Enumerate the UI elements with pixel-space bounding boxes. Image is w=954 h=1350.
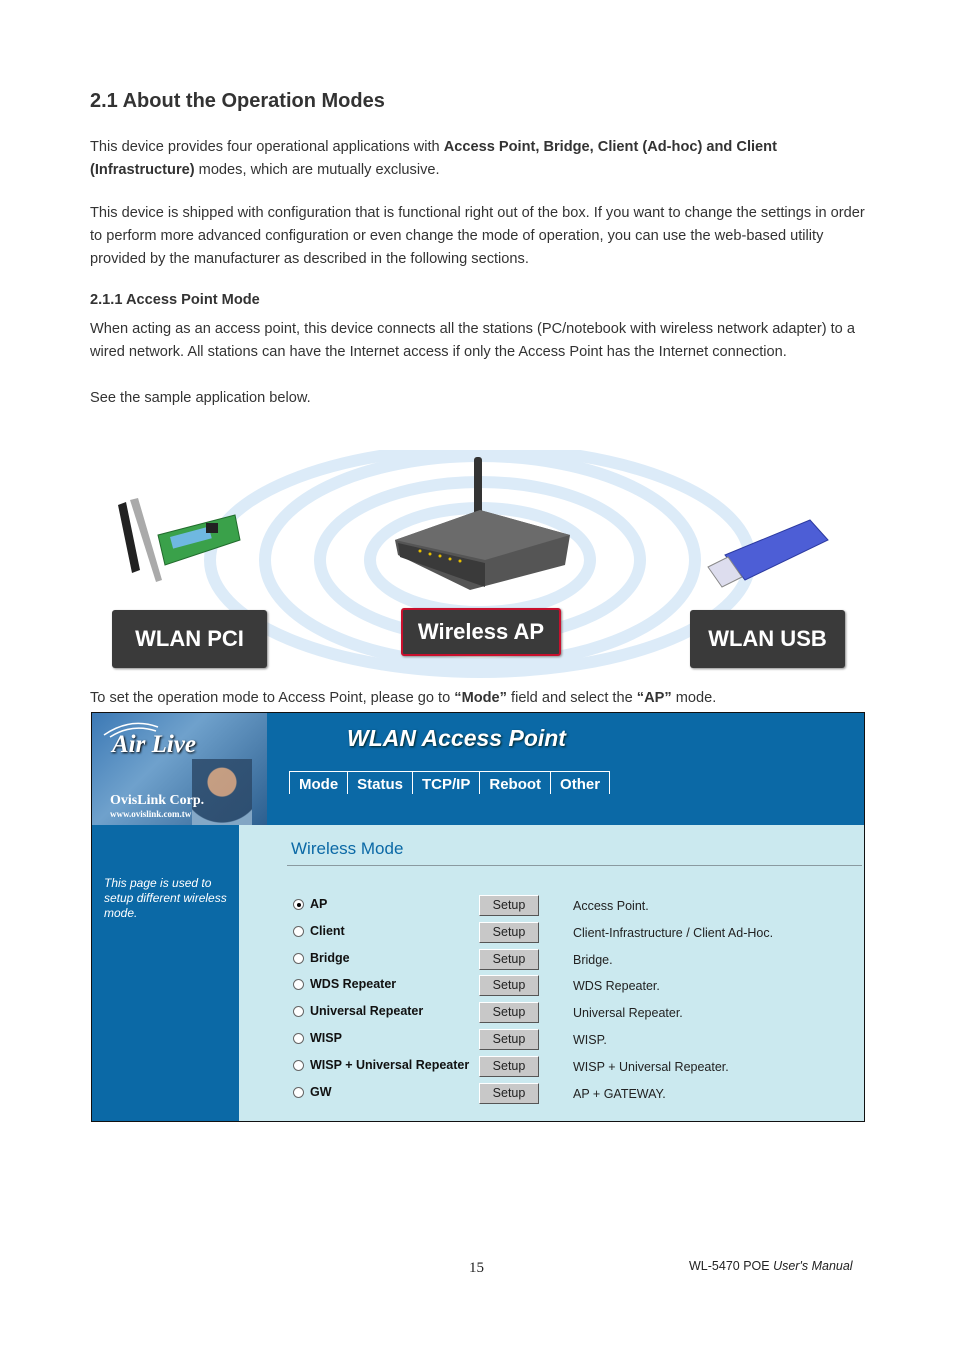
mode-description: Client-Infrastructure / Client Ad-Hoc. — [573, 925, 774, 940]
mode-description: Universal Repeater. — [573, 1006, 683, 1021]
mode-name: WISP + Universal Repeater — [310, 1057, 470, 1072]
mode-radio[interactable] — [293, 925, 304, 937]
section-heading: 2.1 About the Operation Modes — [90, 90, 385, 112]
page-number: 15 — [469, 1260, 484, 1276]
mode-radio[interactable] — [293, 1086, 304, 1098]
intro-modes-bold-2: (Infrastructure) — [90, 162, 195, 178]
mode-name: Client — [310, 923, 345, 938]
mode-row: Client Setup Client-Infrastructure / Clien… — [293, 921, 853, 944]
config-paragraph: This device is shipped with configuratio… — [90, 205, 865, 267]
intro-text: This device provides four operational ap… — [90, 139, 444, 155]
tab-status[interactable]: Status — [347, 771, 413, 794]
mode-radio[interactable] — [293, 1033, 304, 1044]
wireless-mode-title: Wireless Mode — [291, 839, 404, 858]
setup-button[interactable]: Setup — [479, 948, 539, 970]
tab-mode[interactable]: Mode — [289, 771, 348, 794]
instruction-text: To set the operation mode to Access Poin… — [90, 687, 870, 710]
mode-row: WISP + Universal Repeater Setup WISP + Uni… — [293, 1055, 853, 1078]
mode-radio[interactable] — [293, 1006, 304, 1018]
mode-description: WISP. — [573, 1033, 607, 1047]
pci-card-icon — [118, 498, 241, 582]
mode-name: WDS Repeater — [310, 977, 397, 992]
intro-text-end: modes, which are mutually exclusive. — [194, 162, 440, 178]
ui-tab-bar: Mode Status TCP/IP Reboot Other — [289, 771, 611, 794]
mode-name: AP — [310, 897, 328, 911]
corp-name: OvisLink Corp. — [110, 793, 205, 808]
subsection-heading: 2.1.1 Access Point Mode — [90, 292, 260, 308]
intro-modes-bold: Access Point, Bridge, Client (Ad-hoc) an… — [443, 139, 777, 155]
setup-button[interactable]: Setup — [479, 975, 539, 997]
mode-description: WISP + Universal Repeater. — [573, 1059, 729, 1074]
router-icon — [395, 457, 570, 590]
instruction-post: mode. — [671, 690, 717, 706]
mode-radio[interactable] — [293, 952, 304, 964]
mode-row: GW Setup AP + GATEWAY. — [293, 1082, 853, 1105]
wlan-pci-label: WLAN PCI — [112, 610, 267, 668]
ap-mode-paragraph: When acting as an access point, this dev… — [90, 321, 855, 360]
mode-name: Bridge — [310, 950, 350, 965]
mode-description: Bridge. — [573, 952, 613, 967]
mode-name: Universal Repeater — [310, 1004, 424, 1019]
wlan-ap-web-ui: Air Live OvisLink Corp. www.ovislink.com… — [91, 712, 865, 1122]
setup-button[interactable]: Setup — [479, 921, 539, 943]
brand-name: Air Live — [112, 731, 197, 758]
title-divider — [287, 865, 862, 866]
setup-button[interactable]: Setup — [479, 1055, 539, 1077]
mode-row: Universal Repeater Setup Universal Repeate… — [293, 1002, 853, 1024]
setup-button[interactable]: Setup — [479, 1082, 539, 1104]
mode-row: WDS Repeater Setup WDS Repeater. — [293, 975, 853, 997]
mode-description: WDS Repeater. — [573, 979, 660, 994]
tab-reboot[interactable]: Reboot — [479, 771, 551, 794]
instruction-mode-bold: “Mode” — [454, 690, 507, 706]
manual-model: WL-5470 POE — [689, 1259, 774, 1273]
usb-adapter-icon — [707, 519, 829, 588]
ui-title: WLAN Access Point — [347, 725, 566, 751]
wlan-usb-label: WLAN USB — [690, 610, 845, 668]
instruction-mid: field and select the — [506, 690, 637, 706]
manual-title: WL-5470 POE User's Manual — [689, 1259, 853, 1273]
instruction-pre: To set the operation mode to Access Poin… — [90, 690, 455, 706]
intro-paragraph: This device provides four operational ap… — [90, 136, 870, 182]
mode-name: WISP — [310, 1031, 342, 1045]
airlive-logo: Air Live OvisLink Corp. www.ovislink.com… — [92, 713, 267, 825]
setup-button[interactable]: Setup — [479, 1029, 539, 1050]
setup-button[interactable]: Setup — [479, 895, 539, 916]
ap-diagram: WLAN PCI Wireless AP WLAN USB — [90, 450, 870, 680]
sidebar-help-text: This page is used to setup different wir… — [104, 876, 227, 920]
photo — [192, 759, 252, 825]
instruction-ap-bold: “AP” — [636, 690, 672, 706]
mode-description: AP + GATEWAY. — [573, 1086, 666, 1101]
mode-row: WISP Setup WISP. — [293, 1029, 853, 1051]
mode-row: Bridge Setup Bridge. — [293, 948, 853, 971]
manual-suffix: User's Manual — [773, 1259, 853, 1273]
corp-url: www.ovislink.com.tw — [110, 809, 192, 819]
tab-other[interactable]: Other — [550, 771, 611, 794]
mode-radio[interactable] — [293, 1059, 304, 1071]
tab-tcpip[interactable]: TCP/IP — [412, 771, 480, 794]
wireless-ap-label: Wireless AP — [401, 608, 561, 656]
mode-description: Access Point. — [573, 899, 649, 913]
mode-name: GW — [310, 1084, 332, 1099]
mode-radio[interactable] — [293, 899, 304, 910]
setup-button[interactable]: Setup — [479, 1002, 539, 1024]
mode-radio[interactable] — [293, 979, 304, 991]
ui-sidebar — [92, 825, 239, 1121]
sample-note: See the sample application below. — [90, 390, 311, 406]
mode-row: AP Setup Access Point. — [293, 895, 853, 917]
